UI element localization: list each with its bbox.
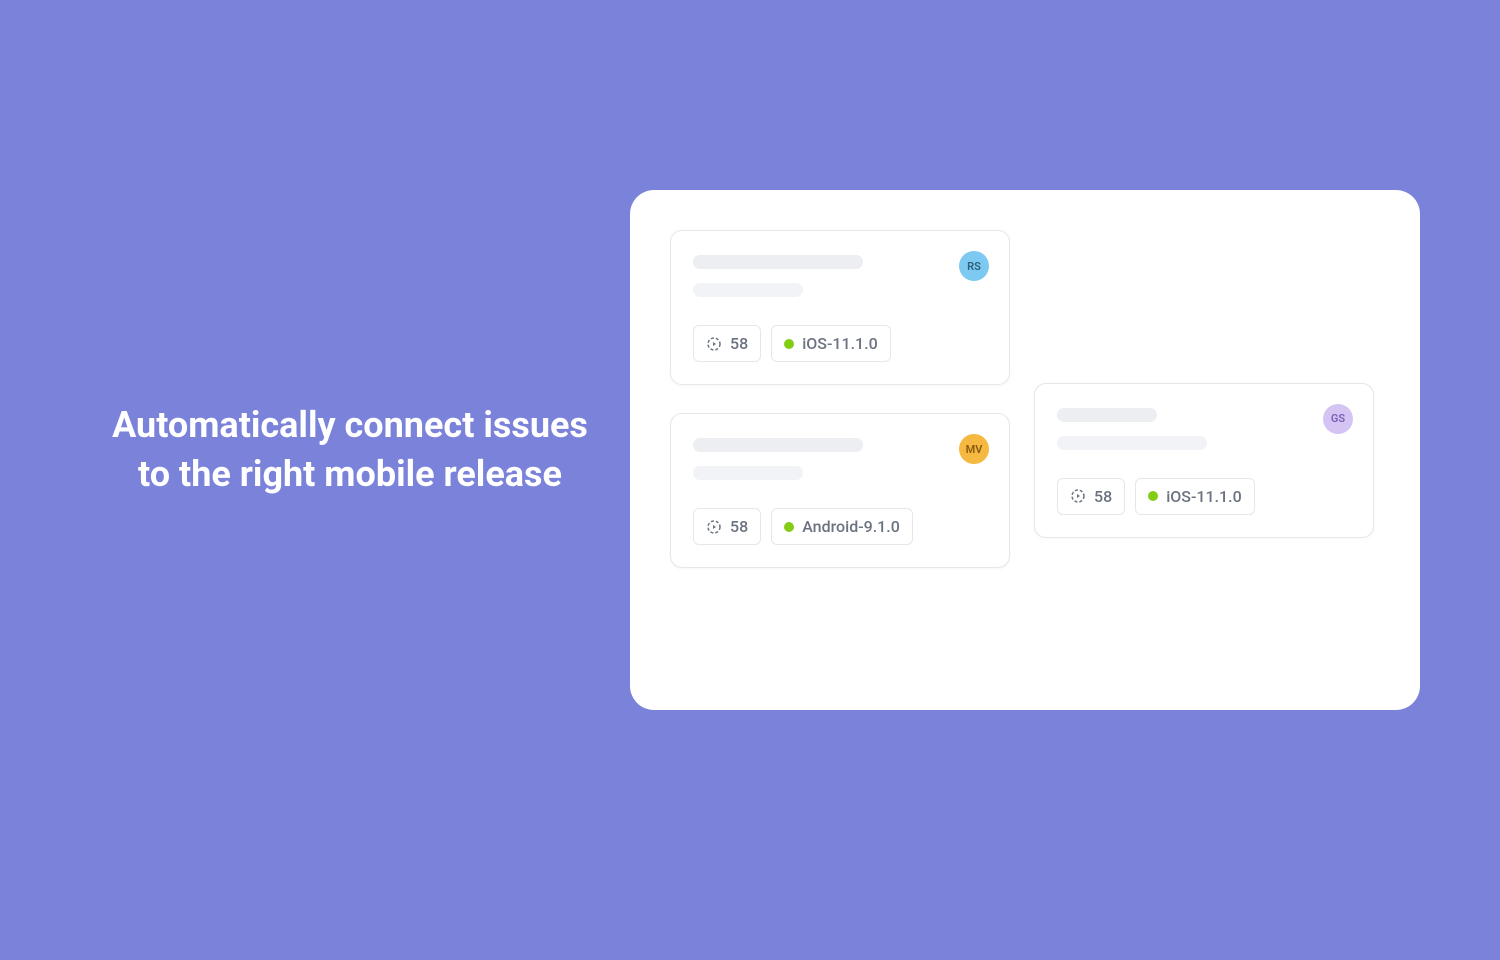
status-dot-icon <box>784 339 794 349</box>
release-badge[interactable]: iOS-11.1.0 <box>1135 478 1255 515</box>
cycle-number: 58 <box>730 334 748 353</box>
cycle-badge[interactable]: 58 <box>693 508 761 545</box>
release-badge[interactable]: Android-9.1.0 <box>771 508 913 545</box>
release-name: iOS-11.1.0 <box>1166 487 1242 506</box>
release-name: Android-9.1.0 <box>802 517 900 536</box>
issue-card[interactable]: GS 58 <box>1034 383 1374 538</box>
subtitle-placeholder <box>693 466 803 480</box>
release-name: iOS-11.1.0 <box>802 334 878 353</box>
issue-card[interactable]: RS 58 <box>670 230 1010 385</box>
status-dot-icon <box>784 522 794 532</box>
cycle-icon <box>706 336 722 352</box>
cycle-icon <box>1070 488 1086 504</box>
title-placeholder <box>693 438 863 452</box>
avatar-initials: GS <box>1331 412 1345 425</box>
cycle-badge[interactable]: 58 <box>1057 478 1125 515</box>
subtitle-placeholder <box>1057 436 1207 450</box>
cycle-badge[interactable]: 58 <box>693 325 761 362</box>
status-dot-icon <box>1148 491 1158 501</box>
cycle-icon <box>706 519 722 535</box>
subtitle-placeholder <box>693 283 803 297</box>
release-badge[interactable]: iOS-11.1.0 <box>771 325 891 362</box>
hero-headline: Automatically connect issues to the righ… <box>100 401 600 498</box>
title-placeholder <box>693 255 863 269</box>
cycle-number: 58 <box>730 517 748 536</box>
avatar: RS <box>959 251 989 281</box>
title-placeholder <box>1057 408 1157 422</box>
avatar: GS <box>1323 404 1353 434</box>
avatar: MV <box>959 434 989 464</box>
cycle-number: 58 <box>1094 487 1112 506</box>
avatar-initials: MV <box>966 443 983 456</box>
issue-card[interactable]: MV 58 <box>670 413 1010 568</box>
issues-panel: RS 58 <box>630 190 1420 710</box>
avatar-initials: RS <box>967 260 981 273</box>
